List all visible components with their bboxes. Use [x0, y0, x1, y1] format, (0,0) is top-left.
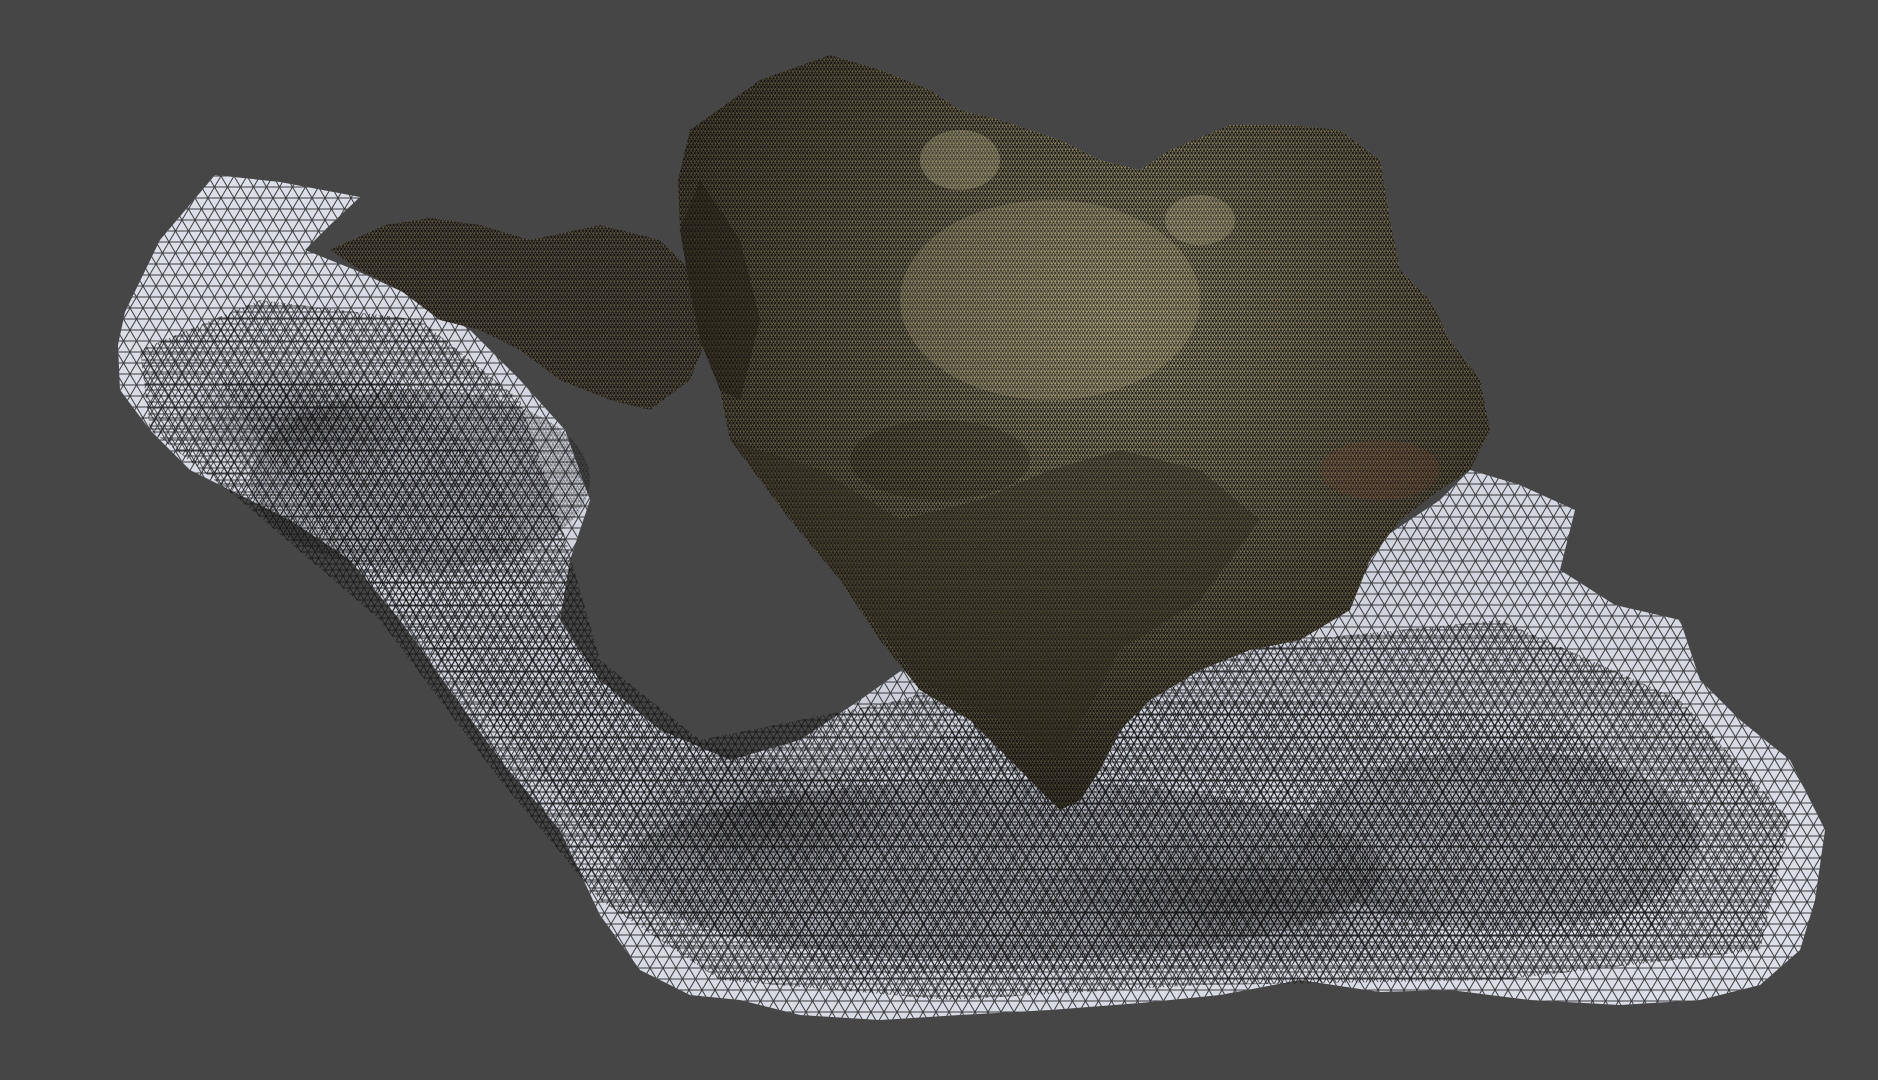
- 3d-viewport[interactable]: [0, 0, 1878, 1080]
- mesh-render[interactable]: [0, 0, 1878, 1080]
